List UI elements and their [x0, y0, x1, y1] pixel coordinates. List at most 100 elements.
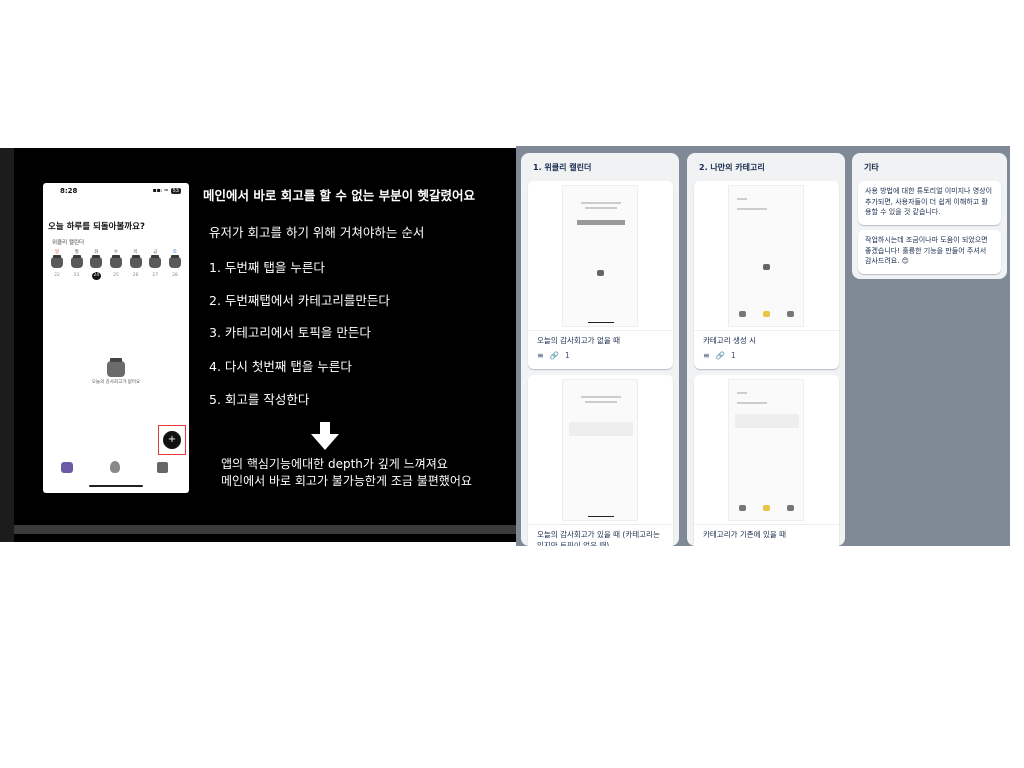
weekly-calendar: 일 22 월 23 화 24 수 25 목 26 금 27 토 28	[50, 249, 182, 280]
note-card[interactable]: 사용 방법에 대한 튜토리얼 이미지나 영상이 추가되면, 사용자들이 더 쉽게…	[858, 181, 1001, 225]
mini-tab-icon	[739, 505, 746, 511]
mini-home-indicator	[588, 515, 614, 517]
phone-question: 오늘 하루를 되돌아볼까요?	[48, 222, 145, 232]
board-card[interactable]: 카테고리가 기존에 있을 때	[694, 375, 839, 546]
date-label: 28	[172, 273, 178, 278]
tab-calendar[interactable]	[155, 460, 169, 474]
card-title: 카테고리가 기존에 있을 때	[703, 530, 787, 539]
add-button[interactable]: +	[163, 431, 181, 449]
jar-icon	[51, 255, 63, 268]
attachment-count: 1	[565, 351, 570, 360]
mini-phone-screenshot	[562, 185, 638, 327]
calendar-icon	[156, 461, 168, 473]
jar-icon	[168, 255, 181, 268]
slide-edge	[0, 148, 14, 542]
tab-category[interactable]	[108, 460, 122, 474]
calendar-day[interactable]: 화 24	[89, 249, 103, 280]
board-column: 기타 사용 방법에 대한 튜토리얼 이미지나 영상이 추가되면, 사용자들이 더…	[852, 153, 1007, 279]
jar-tab-icon	[61, 461, 73, 473]
calendar-day[interactable]: 월 23	[70, 249, 84, 280]
phone-time: 8:28	[60, 187, 78, 195]
column-title[interactable]: 1. 위클리 캘린더	[533, 162, 591, 173]
description-icon: ≡	[537, 351, 544, 360]
steps-intro: 유저가 회고를 하기 위해 거쳐야하는 순서	[209, 225, 425, 240]
calendar-day[interactable]: 금 27	[148, 249, 162, 280]
mini-text-line	[737, 208, 767, 210]
note-card[interactable]: 작업하시는데 조금이나마 도움이 되었으면 좋겠습니다! 훌륭한 기능을 만들어…	[858, 230, 1001, 274]
date-label: 22	[54, 273, 60, 278]
card-badges: ≡ 🔗 1	[703, 351, 736, 360]
calendar-day[interactable]: 목 26	[129, 249, 143, 280]
down-arrow-icon	[311, 422, 339, 450]
mini-phone-screenshot	[562, 379, 638, 521]
mini-tab-icon	[739, 311, 746, 317]
mini-phone-screenshot	[728, 185, 804, 327]
card-cover-image	[528, 181, 673, 331]
jar-icon	[129, 255, 142, 268]
mini-home-indicator	[588, 321, 614, 323]
mini-category-box	[735, 414, 799, 428]
slide-divider	[14, 525, 516, 534]
card-title: 오늘의 감사회고가 있을 때 (카테고리는 있지만 토픽이 없을 때)	[537, 530, 660, 546]
empty-state-message: 오늘의 감사회고가 없어요	[91, 380, 141, 385]
card-title: 카테고리 생성 시	[703, 336, 757, 345]
board-card[interactable]: 오늘의 감사회고가 없을 때 ≡ 🔗 1	[528, 181, 673, 369]
board-card[interactable]: 카테고리 생성 시 ≡ 🔗 1	[694, 181, 839, 369]
mini-category-box	[569, 422, 633, 436]
description-icon: ≡	[703, 351, 710, 360]
conclusion-line: 앱의 핵심기능에대한 depth가 깊게 느껴져요	[221, 457, 448, 471]
board-column: 2. 나만의 카테고리 카테고리 생성 시 ≡ 🔗 1 카테고리가 기존에 있을…	[687, 153, 845, 546]
mini-jar-icon	[597, 270, 604, 276]
card-cover-image	[694, 181, 839, 331]
weekly-calendar-label: 위클리 캘린더	[52, 240, 85, 246]
card-cover-image	[694, 375, 839, 525]
mini-tab-icon	[787, 311, 794, 317]
mini-tooltip	[577, 220, 625, 225]
column-title[interactable]: 2. 나만의 카테고리	[699, 162, 765, 173]
mini-tab-icon	[763, 505, 770, 511]
step-item: 2. 두번째탭에서 카테고리를만든다	[209, 293, 390, 308]
mini-text-line	[737, 198, 747, 200]
date-label: 25	[113, 273, 119, 278]
mini-text-line	[581, 202, 621, 204]
battery-icon: 53	[170, 188, 181, 194]
home-indicator	[89, 485, 143, 487]
attachment-count: 1	[731, 351, 736, 360]
mini-text-line	[737, 402, 767, 404]
attachment-icon: 🔗	[715, 351, 726, 360]
board-column: 1. 위클리 캘린더 오늘의 감사회고가 없을 때 ≡ 🔗 1 오늘의 감사회고…	[521, 153, 679, 546]
attachment-icon: 🔗	[549, 351, 560, 360]
mini-text-line	[737, 392, 747, 394]
slide-title: 메인에서 바로 회고를 할 수 없는 부분이 헷갈렸어요	[203, 188, 475, 203]
kanban-board: 1. 위클리 캘린더 오늘의 감사회고가 없을 때 ≡ 🔗 1 오늘의 감사회고…	[516, 146, 1010, 546]
date-label: 26	[132, 273, 139, 278]
jar-icon	[149, 255, 162, 268]
board-card[interactable]: 오늘의 감사회고가 있을 때 (카테고리는 있지만 토픽이 없을 때)	[528, 375, 673, 546]
step-item: 1. 두번째 탭을 누른다	[209, 260, 325, 275]
phone-screenshot: 8:28 ▪▪ᵢ ≈ 53 오늘 하루를 되돌아볼까요? 위클리 캘린더 일 2…	[43, 183, 189, 493]
jar-icon	[90, 255, 103, 268]
step-item: 5. 회고를 작성한다	[209, 392, 310, 407]
column-title[interactable]: 기타	[864, 162, 879, 173]
mini-text-line	[585, 207, 617, 209]
screenshot-canvas: 8:28 ▪▪ᵢ ≈ 53 오늘 하루를 되돌아볼까요? 위클리 캘린더 일 2…	[0, 0, 1024, 768]
calendar-day[interactable]: 토 28	[168, 249, 182, 280]
mini-tab-icon	[787, 505, 794, 511]
date-label-today: 24	[91, 272, 101, 280]
mini-text-line	[581, 396, 621, 398]
phone-status-icons: ▪▪ᵢ ≈ 53	[153, 187, 181, 194]
empty-jar-icon	[107, 358, 125, 377]
mini-phone-screenshot	[728, 379, 804, 521]
calendar-day[interactable]: 수 25	[109, 249, 123, 280]
card-badges: ≡ 🔗 1	[537, 351, 570, 360]
jar-icon	[109, 255, 122, 268]
jar-icon	[70, 255, 83, 268]
tab-home[interactable]	[60, 460, 74, 474]
date-label: 27	[152, 273, 159, 278]
step-item: 4. 다시 첫번째 탭을 누른다	[209, 359, 352, 374]
calendar-day[interactable]: 일 22	[50, 249, 64, 280]
date-label: 23	[73, 273, 80, 278]
mini-tab-icon	[763, 311, 770, 317]
conclusion-line: 메인에서 바로 회고가 불가능한게 조금 불편했어요	[221, 474, 472, 488]
lightbulb-icon	[110, 461, 120, 473]
